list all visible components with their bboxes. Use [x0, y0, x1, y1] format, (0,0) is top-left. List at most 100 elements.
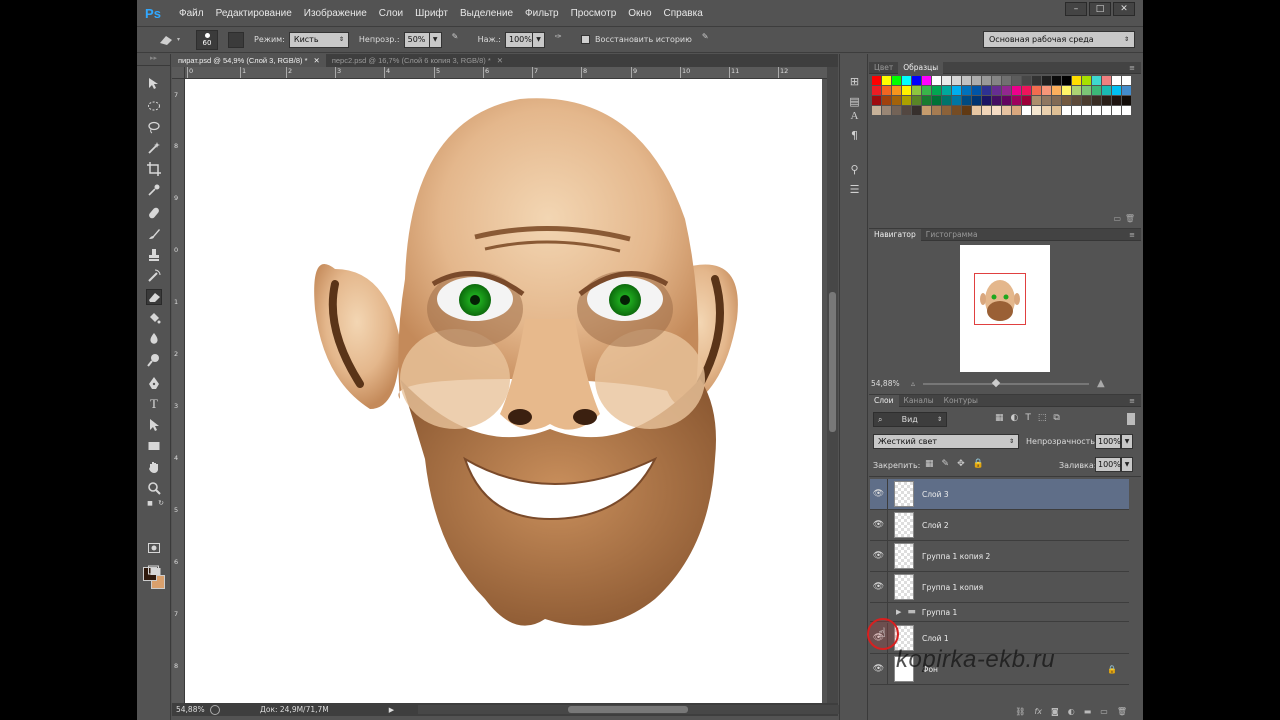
color-swatch[interactable] — [1042, 86, 1051, 95]
color-swatch[interactable] — [912, 106, 921, 115]
zoom-slider[interactable] — [923, 378, 1090, 387]
color-swatch[interactable] — [952, 96, 961, 105]
tab-channels[interactable]: Каналы — [899, 395, 939, 407]
color-swatch[interactable] — [872, 76, 881, 85]
tool-presets-icon[interactable]: ⚲ — [847, 162, 862, 177]
color-swatch[interactable] — [932, 96, 941, 105]
color-swatch[interactable] — [992, 86, 1001, 95]
navigator-view-box[interactable] — [974, 273, 1026, 325]
shape-filter-icon[interactable]: ⬚ — [1038, 413, 1047, 423]
layer-row[interactable]: 👁 Слой 3 — [870, 478, 1129, 510]
color-swatch[interactable] — [932, 76, 941, 85]
lock-all-icon[interactable]: 🔒 — [973, 459, 984, 469]
navigator-preview[interactable] — [960, 245, 1050, 372]
color-swatch[interactable] — [992, 76, 1001, 85]
color-swatch[interactable] — [1102, 96, 1111, 105]
color-swatch[interactable] — [932, 86, 941, 95]
color-swatch[interactable] — [912, 76, 921, 85]
layer-filter-select[interactable]: ⌕ Вид ⇕ — [873, 412, 947, 427]
color-swatch[interactable] — [1022, 76, 1031, 85]
zoom-tool-icon[interactable] — [146, 480, 162, 496]
lock-transparency-icon[interactable]: ▦ — [925, 459, 934, 469]
color-swatch[interactable] — [1032, 86, 1041, 95]
color-swatch[interactable] — [912, 96, 921, 105]
panel-menu-icon[interactable]: ≡ — [1129, 64, 1135, 72]
eyedropper-tool-icon[interactable] — [146, 182, 162, 198]
restore-history-checkbox[interactable] — [581, 35, 590, 44]
color-swatch[interactable] — [1032, 96, 1041, 105]
menu-view[interactable]: Просмотр — [565, 8, 623, 19]
color-swatch[interactable] — [1092, 106, 1101, 115]
color-swatch[interactable] — [1052, 76, 1061, 85]
navigator-zoom-value[interactable]: 54,88% — [871, 379, 911, 388]
color-swatch[interactable] — [1022, 106, 1031, 115]
document-tab-inactive[interactable]: перс2.psd @ 16,7% (Слой 6 копия 3, RGB/8… — [325, 54, 510, 67]
color-swatch[interactable] — [992, 96, 1001, 105]
new-swatch-icon[interactable]: ▭ — [1113, 214, 1121, 223]
color-swatch[interactable] — [1002, 106, 1011, 115]
visibility-eye-icon[interactable]: 👁 — [870, 540, 888, 572]
status-info-icon[interactable] — [210, 704, 220, 715]
color-swatch[interactable] — [1042, 76, 1051, 85]
color-swatch[interactable] — [1082, 106, 1091, 115]
eraser-tool-icon[interactable] — [155, 31, 177, 49]
color-swatch[interactable] — [1082, 86, 1091, 95]
quick-mask-icon[interactable] — [146, 540, 162, 556]
zoom-in-icon[interactable]: ▲ — [1097, 378, 1105, 389]
color-swatch[interactable] — [1062, 86, 1071, 95]
color-swatch[interactable] — [1022, 96, 1031, 105]
color-swatch[interactable] — [882, 106, 891, 115]
color-swatch[interactable] — [1122, 76, 1131, 85]
color-swatch[interactable] — [1002, 86, 1011, 95]
airbrush-icon[interactable]: ✑ — [555, 32, 571, 48]
color-swatch[interactable] — [962, 76, 971, 85]
color-swatch[interactable] — [972, 86, 981, 95]
color-swatch[interactable] — [1082, 76, 1091, 85]
color-swatch[interactable] — [1072, 76, 1081, 85]
color-swatch[interactable] — [872, 106, 881, 115]
color-swatch[interactable] — [972, 106, 981, 115]
blend-mode-select[interactable]: Жесткий свет ⇕ — [873, 434, 1019, 449]
menu-file[interactable]: Файл — [173, 8, 210, 19]
color-swatch[interactable] — [1052, 86, 1061, 95]
dodge-tool-icon[interactable] — [146, 352, 162, 368]
adjustments-icon[interactable]: ☰ — [847, 182, 862, 197]
color-swatch[interactable] — [1052, 106, 1061, 115]
color-swatch[interactable] — [942, 86, 951, 95]
color-swatch[interactable] — [1092, 96, 1101, 105]
tablet-opacity-icon[interactable]: ✎ — [452, 32, 468, 48]
layer-row[interactable]: 👁 Группа 1 копия — [870, 571, 1129, 603]
color-swatch[interactable] — [872, 96, 881, 105]
color-swatch[interactable] — [892, 86, 901, 95]
workspace-select[interactable]: Основная рабочая среда ⇕ — [983, 31, 1135, 48]
color-swatch[interactable] — [1062, 76, 1071, 85]
adjustment-layer-icon[interactable]: ◐ — [1068, 707, 1075, 716]
properties-panel-icon[interactable]: ▤ — [847, 94, 862, 109]
panel-menu-icon[interactable]: ≡ — [1129, 397, 1135, 405]
paint-bucket-tool-icon[interactable] — [146, 310, 162, 326]
menu-image[interactable]: Изображение — [298, 8, 373, 19]
expand-arrow-icon[interactable]: ▶ — [896, 608, 901, 616]
swap-colors-icon[interactable]: ↻ — [157, 499, 165, 507]
menu-edit[interactable]: Редактирование — [210, 8, 298, 19]
visibility-eye-icon[interactable]: 👁 — [870, 571, 888, 603]
color-swatch[interactable] — [902, 96, 911, 105]
color-swatch[interactable] — [922, 86, 931, 95]
rectangle-tool-icon[interactable] — [146, 438, 162, 454]
color-swatch[interactable] — [882, 76, 891, 85]
color-swatch[interactable] — [882, 96, 891, 105]
maximize-button[interactable]: □ — [1089, 2, 1111, 16]
default-colors-icon[interactable]: ■ — [146, 499, 154, 507]
blur-tool-icon[interactable] — [146, 331, 162, 347]
pressure-dropdown-icon[interactable]: ▼ — [533, 31, 545, 48]
color-swatch[interactable] — [1032, 76, 1041, 85]
document-canvas[interactable] — [185, 79, 822, 703]
color-swatch[interactable] — [952, 106, 961, 115]
color-swatch[interactable] — [982, 106, 991, 115]
tab-color[interactable]: Цвет — [869, 62, 898, 74]
color-swatch[interactable] — [1052, 96, 1061, 105]
character-panel-icon[interactable]: A — [847, 108, 862, 123]
menu-layers[interactable]: Слои — [373, 8, 409, 19]
tablet-size-icon[interactable]: ✎ — [702, 32, 718, 48]
color-swatch[interactable] — [992, 106, 1001, 115]
